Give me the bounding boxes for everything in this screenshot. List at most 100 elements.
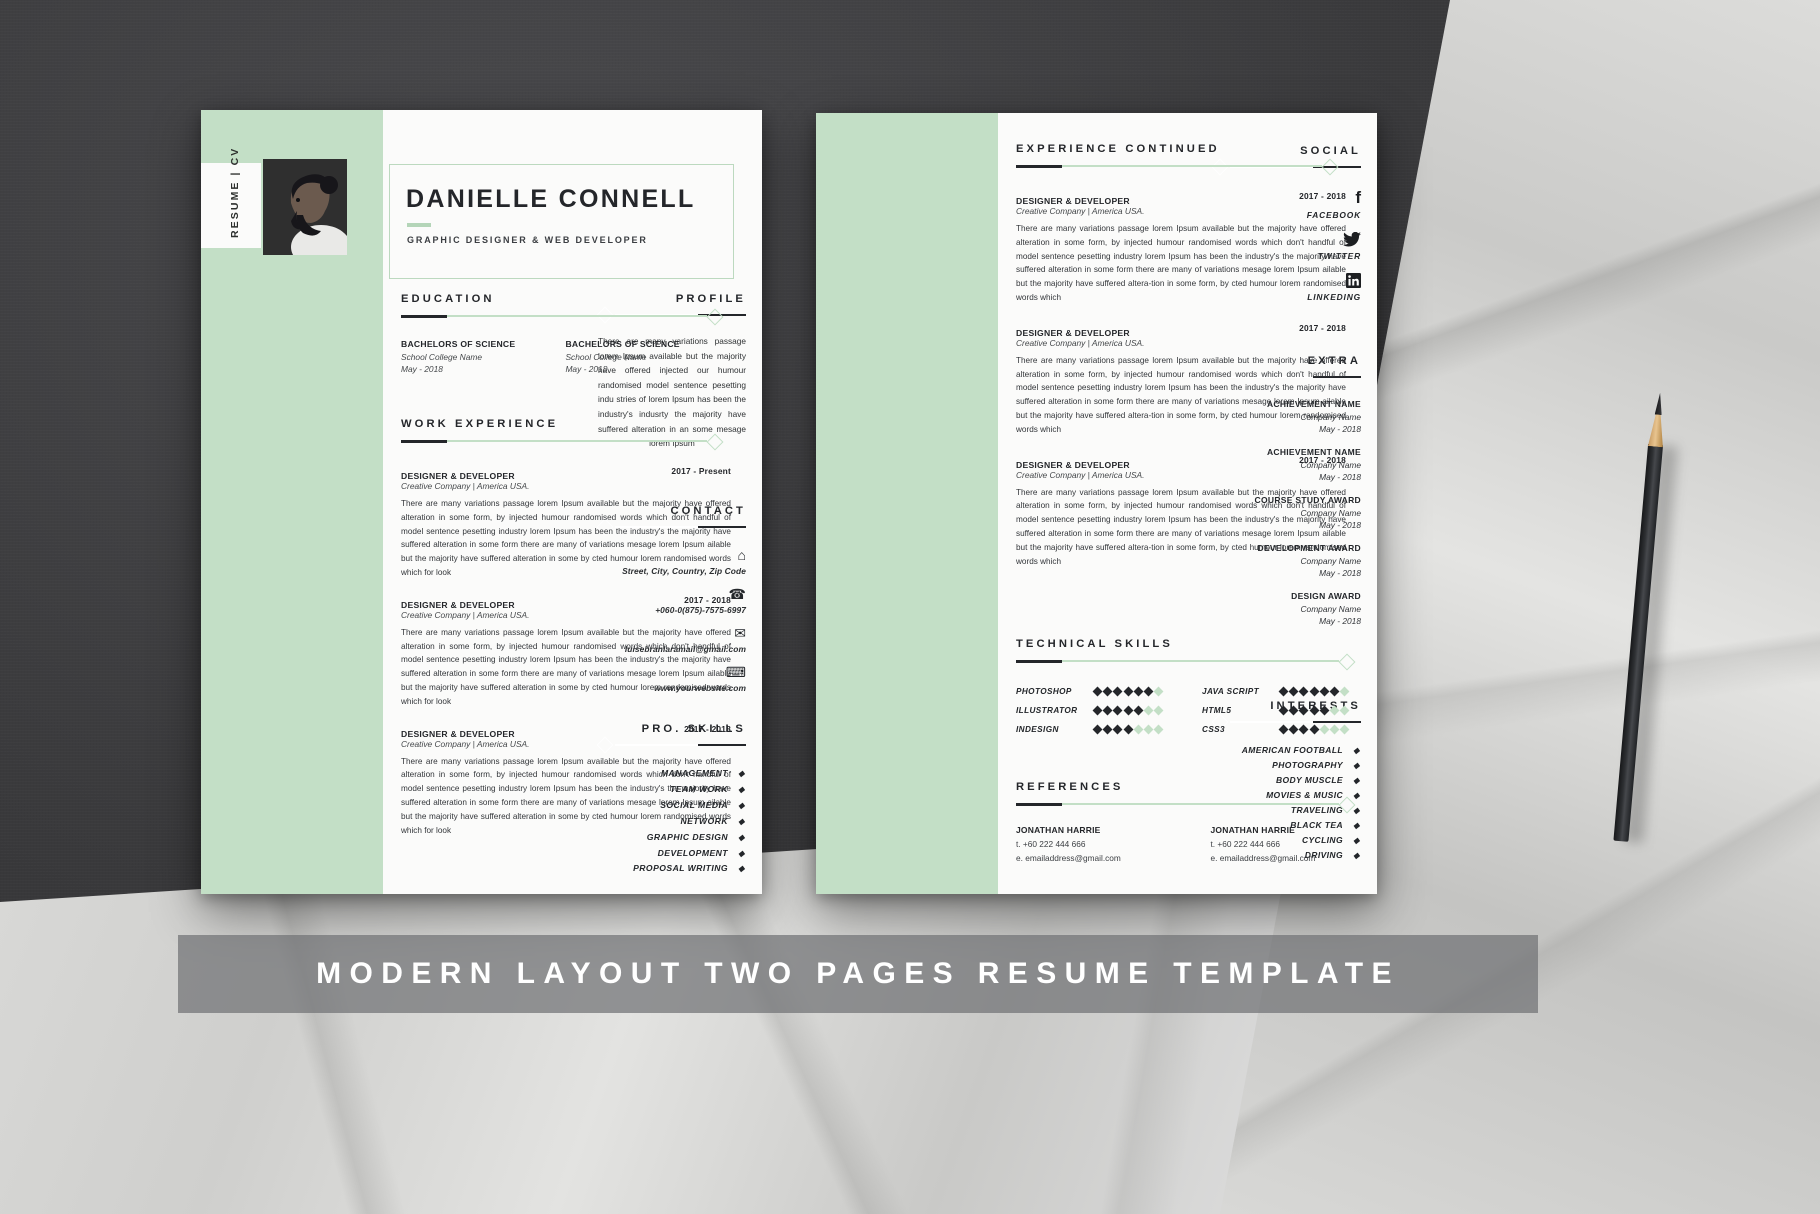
tech-skill-label: JAVA SCRIPT [1202,687,1260,696]
rating-dot [1092,686,1103,697]
diamond-icon [706,433,724,450]
page-title: DANIELLE CONNELL [406,185,696,213]
job-company: Creative Company | America USA. [1016,337,1145,348]
job-title: DESIGNER & DEVELOPER [401,471,515,481]
job-date: 2017 - Present [671,466,731,476]
rating-dots [1092,724,1164,735]
promo-banner: MODERN LAYOUT TWO PAGES RESUME TEMPLATE [178,935,1538,1013]
resume-page-1[interactable]: RESUME | CV DANIELLE CONNELL GRAPHIC DES… [201,110,762,894]
references-divider [1016,796,1356,813]
rating-dot [1092,705,1103,716]
diamond-bullet-icon: ◆ [738,816,745,826]
rating-dot [1309,705,1320,716]
rating-dot [1298,724,1309,735]
rating-dots [1278,705,1350,716]
job-entry: DESIGNER & DEVELOPER 2017 - 2018 Creativ… [1016,455,1346,569]
diamond-bullet-icon: ◆ [1353,836,1360,845]
education-divider [401,308,724,325]
education-entry: BACHELORS OF SCIENCE School College Name… [401,339,561,374]
reference-name: JONATHAN HARRIE [1016,825,1101,835]
rating-dot [1143,724,1154,735]
rating-dot [1278,705,1289,716]
technical-skills-column-right: JAVA SCRIPT HTML5 CSS3 [1202,682,1352,739]
rating-dot [1288,724,1299,735]
diamond-icon [1321,158,1339,175]
reference-email: e. emailaddress@gmail.com [1210,853,1316,863]
name-header-box: DANIELLE CONNELL GRAPHIC DESIGNER & WEB … [389,164,734,279]
rating-dot [1339,686,1350,697]
job-company: Creative Company | America USA. [1016,469,1145,480]
rating-dot [1309,686,1320,697]
rating-dot [1319,724,1330,735]
tech-skill-row: CSS3 [1202,720,1352,739]
reference-entry: JONATHAN HARRIE t. +60 222 444 666 e. em… [1016,825,1159,863]
diamond-bullet-icon: ◆ [1353,851,1360,860]
diamond-bullet-icon: ◆ [1353,761,1360,770]
award-date: May - 2018 [1319,616,1361,626]
references-heading: REFERENCES [1016,781,1124,793]
diamond-bullet-icon: ◆ [738,864,745,874]
rating-dot [1133,686,1144,697]
diamond-bullet-icon: ◆ [1353,776,1360,785]
tech-skill-label: PHOTOSHOP [1016,687,1072,696]
rating-dot [1288,705,1299,716]
reference-entry: JONATHAN HARRIE t. +60 222 444 666 e. em… [1211,825,1354,863]
education-school: School College Name [401,352,483,362]
job-date: 2017 - 2018 [684,594,731,605]
job-company: Creative Company | America USA. [1016,206,1145,216]
tech-skill-label: CSS3 [1202,725,1225,734]
tech-skill-label: ILLUSTRATOR [1016,706,1078,715]
rating-dot [1123,724,1134,735]
job-company: Creative Company | America USA. [401,738,530,749]
job-title: DESIGNER & DEVELOPER [401,728,515,739]
job-entry: DESIGNER & DEVELOPER 2017 - 2018 Creativ… [401,724,731,838]
resume-page-2[interactable]: SOCIAL f FACEBOOK TWITTER LINKEDING EXTR… [816,113,1377,894]
rating-dot [1329,686,1340,697]
award-name: DESIGN AWARD [1291,591,1361,601]
job-company: Creative Company | America USA. [401,481,530,491]
tech-skill-label: INDESIGN [1016,725,1059,734]
award-entry: DESIGN AWARD Company Name May - 2018 [1213,591,1361,626]
rating-dots [1278,724,1350,735]
education-date: May - 2018 [565,364,608,374]
job-description: There are many variations passage lorem … [401,499,731,577]
job-date: 2017 - 2018 [1299,454,1346,465]
job-entry: DESIGNER & DEVELOPER 2017 - Present Crea… [401,466,731,580]
list-item: PHOTOGRAPHY ◆ [1213,758,1361,773]
rating-dot [1319,705,1330,716]
rating-dot [1092,724,1103,735]
rating-dot [1329,705,1340,716]
promo-banner-text: MODERN LAYOUT TWO PAGES RESUME TEMPLATE [316,957,1400,990]
rating-dot [1339,724,1350,735]
rating-dots [1278,686,1350,697]
experience-continued-heading: EXPERIENCE CONTINUED [1016,143,1220,155]
diamond-icon [1338,653,1356,670]
tech-skill-row: JAVA SCRIPT [1202,682,1352,701]
technical-skills-divider [1016,653,1356,670]
diamond-bullet-icon: ◆ [738,832,745,842]
list-item: AMERICAN FOOTBALL ◆ [1213,743,1361,758]
rating-dot [1339,705,1350,716]
education-entry: BACHELORS OF SCIENCE School College Name… [565,339,725,374]
tech-skill-row: PHOTOSHOP [1016,682,1166,701]
rating-dot [1298,705,1309,716]
job-description: There are many variations passage lorem … [401,756,731,835]
rating-dot [1112,705,1123,716]
references-section: REFERENCES JONATHAN HARRIE t. +60 222 44… [1016,781,1356,863]
job-description: There are many variations passage lorem … [1016,487,1346,566]
rating-dot [1123,686,1134,697]
rating-dot [1278,686,1289,697]
diamond-bullet-icon: ◆ [1353,821,1360,830]
rating-dot [1329,724,1340,735]
education-heading: EDUCATION [401,293,495,305]
rating-dot [1143,686,1154,697]
job-company: Creative Company | America USA. [401,609,530,620]
rating-dot [1153,724,1164,735]
job-description: There are many variations passage lorem … [1016,224,1346,302]
award-company: Company Name [1300,604,1361,614]
diamond-bullet-icon: ◆ [738,848,745,858]
tech-skill-row: INDESIGN [1016,720,1166,739]
education-date: May - 2018 [401,364,443,374]
job-date: 2017 - 2018 [684,723,731,734]
list-item: PROPOSAL WRITING ◆ [598,861,746,877]
